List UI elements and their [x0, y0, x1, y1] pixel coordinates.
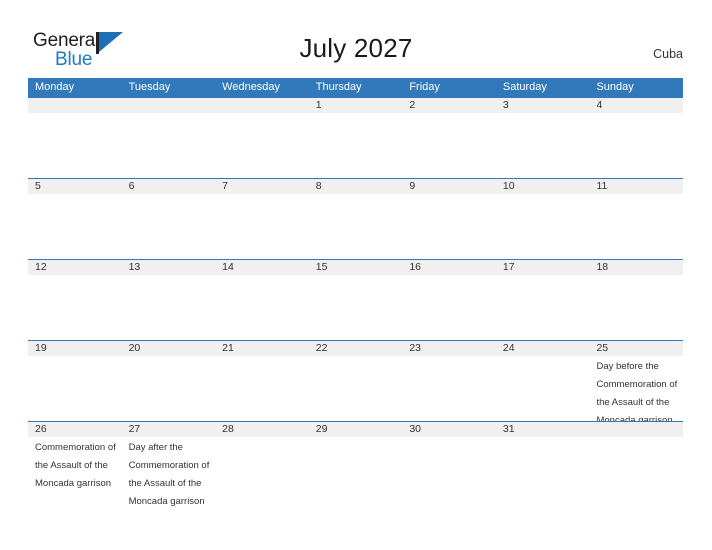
day-cell[interactable]: 8	[309, 179, 403, 259]
day-number: 12	[35, 261, 47, 273]
day-cell[interactable]: 4	[589, 98, 683, 178]
day-cell[interactable]: 15	[309, 260, 403, 340]
day-cell[interactable]: 23	[402, 341, 496, 421]
day-number: 13	[128, 261, 141, 273]
day-cell[interactable]: 17	[496, 260, 590, 340]
day-number: 10	[502, 180, 515, 192]
day-number: 4	[596, 99, 603, 111]
day-number: 8	[315, 180, 322, 192]
day-number: 14	[222, 261, 234, 273]
day-number: 15	[315, 261, 328, 273]
day-number: 20	[128, 342, 141, 354]
day-number: 9	[409, 180, 416, 192]
day-number: 30	[409, 423, 421, 435]
day-number: 16	[409, 261, 421, 273]
day-number: 11	[596, 180, 608, 192]
day-cell[interactable]: 22	[309, 341, 403, 421]
weekday-thursday: Thursday	[315, 81, 362, 93]
day-cell[interactable]: 20	[122, 341, 216, 421]
day-cell[interactable]: 12	[28, 260, 122, 340]
page-header: General Blue July 2027 Cuba	[0, 0, 712, 76]
day-number: 29	[315, 423, 328, 435]
day-cell[interactable]: 31	[496, 422, 590, 502]
day-cell[interactable]: 30	[402, 422, 496, 502]
day-number: 24	[502, 342, 515, 354]
weekday-tuesday: Tuesday	[128, 81, 171, 93]
day-number: 1	[315, 99, 322, 111]
day-cell[interactable]: 21	[215, 341, 309, 421]
day-event: Day before the Commemoration of the Assa…	[596, 361, 678, 426]
day-number: 28	[222, 423, 234, 435]
day-number: 31	[502, 423, 515, 435]
weekday-wednesday: Wednesday	[222, 81, 281, 93]
calendar-week-row: 12 13 14 15 16 17 18	[28, 259, 683, 340]
calendar-week-row: 26 Commemoration of the Assault of the Mo…	[28, 421, 683, 507]
day-cell[interactable]: 2	[402, 98, 496, 178]
calendar-week-row: 1 2 3 4	[28, 97, 683, 178]
day-cell[interactable]	[28, 98, 122, 178]
day-number: 2	[409, 99, 416, 111]
day-cell[interactable]: 19	[28, 341, 122, 421]
day-number: 6	[128, 180, 135, 192]
day-number: 21	[222, 342, 234, 354]
day-number: 22	[315, 342, 328, 354]
day-number: 23	[409, 342, 421, 354]
day-cell[interactable]: 25 Day before the Commemoration of the As…	[589, 341, 683, 426]
day-number: 26	[35, 423, 47, 435]
day-cell[interactable]	[122, 98, 216, 178]
weekday-sunday: Sunday	[596, 81, 634, 93]
day-cell[interactable]: 11	[589, 179, 683, 259]
day-cell[interactable]: 6	[122, 179, 216, 259]
day-cell[interactable]: 13	[122, 260, 216, 340]
weekday-friday: Friday	[409, 81, 440, 93]
calendar-week-row: 5 6 7 8 9 10 11	[28, 178, 683, 259]
day-cell[interactable]: 9	[402, 179, 496, 259]
day-cell[interactable]: 24	[496, 341, 590, 421]
day-cell[interactable]: 28	[215, 422, 309, 502]
day-cell[interactable]: 3	[496, 98, 590, 178]
page-title: July 2027	[299, 33, 413, 63]
day-number: 7	[222, 180, 228, 192]
day-cell[interactable]: 27 Day after the Commemoration of the Ass…	[122, 422, 216, 507]
day-cell[interactable]: 1	[309, 98, 403, 178]
day-number: 19	[35, 342, 47, 354]
day-event: Commemoration of the Assault of the Monc…	[35, 442, 116, 489]
calendar-week-row: 19 20 21 22 23 24 25 Day before the Comme…	[28, 340, 683, 426]
day-number: 17	[502, 261, 515, 273]
day-cell[interactable]: 18	[589, 260, 683, 340]
calendar-page: General Blue July 2027 Cuba Monday Tuesd…	[0, 0, 712, 550]
day-number: 3	[502, 99, 509, 111]
day-cell[interactable]: 29	[309, 422, 403, 502]
day-number: 27	[128, 423, 141, 435]
day-cell[interactable]: 5	[28, 179, 122, 259]
calendar-grid: Monday Tuesday Wednesday Thursday Friday…	[28, 78, 683, 507]
day-cell[interactable]: 14	[215, 260, 309, 340]
weekday-monday: Monday	[35, 81, 75, 93]
weekday-saturday: Saturday	[502, 81, 547, 93]
day-number: 5	[35, 180, 41, 192]
day-cell[interactable]	[215, 98, 309, 178]
country-label: Cuba	[653, 47, 683, 61]
day-cell[interactable]: 16	[402, 260, 496, 340]
day-cell[interactable]: 10	[496, 179, 590, 259]
weekday-header-row: Monday Tuesday Wednesday Thursday Friday…	[28, 78, 683, 97]
day-cell[interactable]: 7	[215, 179, 309, 259]
day-cell[interactable]	[589, 422, 683, 502]
day-number: 25	[596, 342, 609, 354]
day-number: 18	[596, 261, 609, 273]
day-event: Day after the Commemoration of the Assau…	[128, 442, 210, 507]
day-cell[interactable]: 26 Commemoration of the Assault of the Mo…	[28, 422, 122, 502]
